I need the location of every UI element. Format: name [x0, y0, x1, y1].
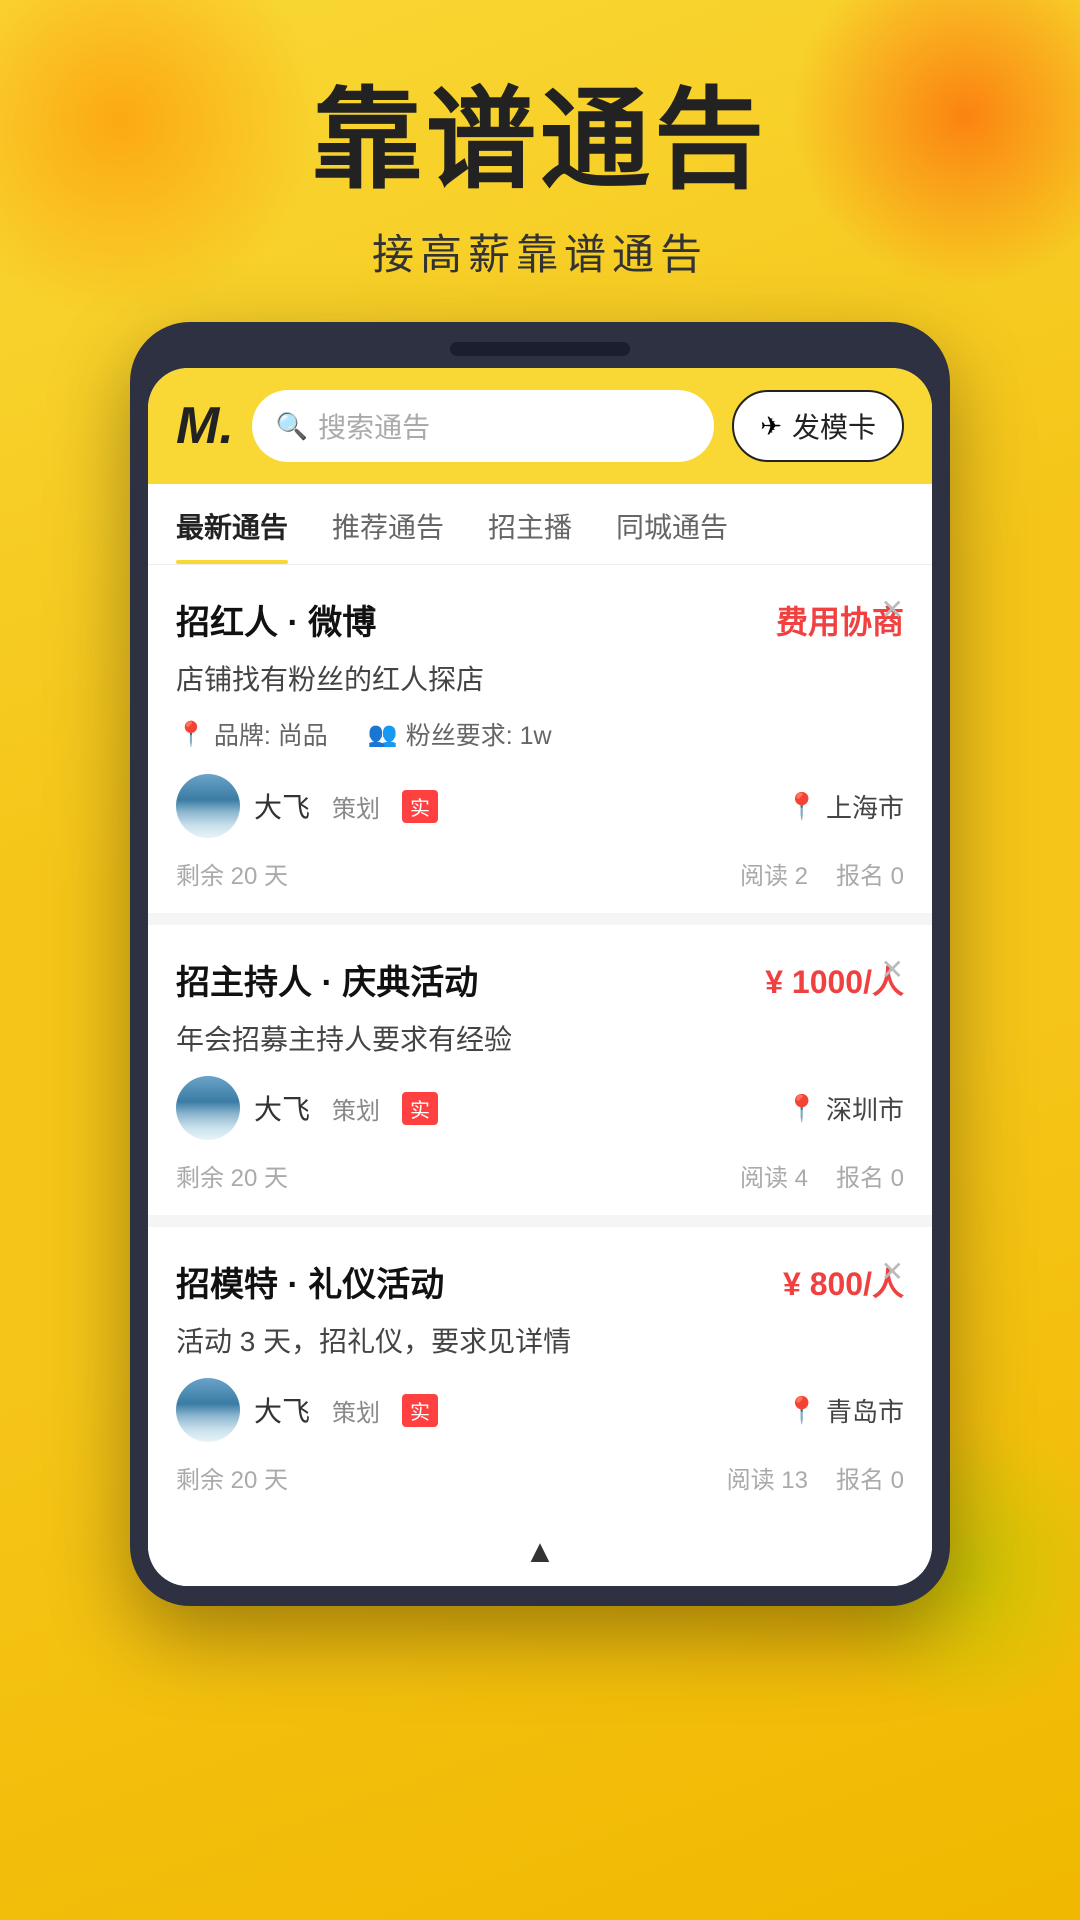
- poster-role-3: 策划: [332, 1393, 380, 1428]
- tab-local[interactable]: 同城通告: [616, 484, 728, 564]
- search-icon: 🔍: [276, 411, 308, 442]
- post-icon: ✈: [760, 411, 782, 442]
- card-title-3: 招模特 · 礼仪活动: [176, 1257, 444, 1306]
- reads-2: 阅读 4: [740, 1158, 808, 1193]
- card-bottom-row-3: 剩余 20 天 阅读 13 报名 0: [176, 1460, 904, 1495]
- location-icon-3: 📍: [786, 1395, 818, 1426]
- location-text-2: 深圳市: [826, 1090, 904, 1127]
- remaining-1: 剩余 20 天: [176, 856, 288, 891]
- card-title-1: 招红人 · 微博: [176, 595, 376, 644]
- avatar-3: [176, 1378, 240, 1442]
- card-stats-2: 阅读 4 报名 0: [740, 1158, 904, 1193]
- post-button-label: 发模卡: [792, 406, 876, 446]
- card-fans-1: 👥 粉丝要求: 1w: [368, 716, 552, 752]
- card-bottom-row-1: 剩余 20 天 阅读 2 报名 0: [176, 856, 904, 891]
- location-info-3: 📍 青岛市: [786, 1392, 904, 1429]
- poster-name-3: 大飞: [254, 1390, 310, 1430]
- notice-card-2[interactable]: ✕ 招主持人 · 庆典活动 ¥ 1000/人 年会招募主持人要求有经验 大飞 策…: [148, 925, 932, 1227]
- close-button-1[interactable]: ✕: [881, 593, 904, 626]
- card-desc-3: 活动 3 天，招礼仪，要求见详情: [176, 1320, 904, 1360]
- avatar-landscape-1: [176, 774, 240, 838]
- applicants-3: 报名 0: [836, 1460, 904, 1495]
- card-footer-1: 大飞 策划 实 📍 上海市: [176, 774, 904, 838]
- search-placeholder-text: 搜索通告: [318, 406, 430, 446]
- fans-text-1: 粉丝要求: 1w: [406, 716, 552, 752]
- poster-role-2: 策划: [332, 1091, 380, 1126]
- phone-wrapper: M. 🔍 搜索通告 ✈ 发模卡 最新通告 推荐通告 招主播 同城通告: [0, 322, 1080, 1606]
- card-stats-3: 阅读 13 报名 0: [727, 1460, 904, 1495]
- tabs-bar: 最新通告 推荐通告 招主播 同城通告: [148, 484, 932, 565]
- poster-info-2: 大飞 策划 实: [176, 1076, 438, 1140]
- location-text-1: 上海市: [826, 788, 904, 825]
- hero-section: 靠谱通告 接高薪靠谱通告: [0, 0, 1080, 322]
- card-meta-row-1: 📍 品牌: 尚品 👥 粉丝要求: 1w: [176, 716, 904, 752]
- tab-recommended[interactable]: 推荐通告: [332, 484, 444, 564]
- reads-1: 阅读 2: [740, 856, 808, 891]
- card-title-row-2: 招主持人 · 庆典活动 ¥ 1000/人: [176, 955, 904, 1004]
- poster-name-2: 大飞: [254, 1088, 310, 1128]
- avatar-1: [176, 774, 240, 838]
- app-logo: M.: [176, 396, 234, 456]
- phone-screen: M. 🔍 搜索通告 ✈ 发模卡 最新通告 推荐通告 招主播 同城通告: [148, 368, 932, 1586]
- reads-3: 阅读 13: [727, 1460, 808, 1495]
- location-info-2: 📍 深圳市: [786, 1090, 904, 1127]
- card-footer-2: 大飞 策划 实 📍 深圳市: [176, 1076, 904, 1140]
- close-button-3[interactable]: ✕: [881, 1255, 904, 1288]
- applicants-2: 报名 0: [836, 1158, 904, 1193]
- card-bottom-row-2: 剩余 20 天 阅读 4 报名 0: [176, 1158, 904, 1193]
- cards-container: ✕ 招红人 · 微博 费用协商 店铺找有粉丝的红人探店 📍 品牌: 尚品 👥: [148, 565, 932, 1586]
- scroll-up-icon: ▲: [524, 1533, 556, 1569]
- phone-notch-area: [148, 342, 932, 356]
- brand-text-1: 品牌: 尚品: [214, 716, 328, 752]
- bottom-hint: ▲: [148, 1517, 932, 1586]
- notice-card-3[interactable]: ✕ 招模特 · 礼仪活动 ¥ 800/人 活动 3 天，招礼仪，要求见详情 大飞…: [148, 1227, 932, 1517]
- hero-subtitle: 接高薪靠谱通告: [0, 221, 1080, 282]
- tab-latest[interactable]: 最新通告: [176, 484, 288, 564]
- card-title-row-1: 招红人 · 微博 费用协商: [176, 595, 904, 644]
- verified-badge-1: 实: [402, 790, 438, 823]
- avatar-landscape-2: [176, 1076, 240, 1140]
- avatar-landscape-3: [176, 1378, 240, 1442]
- location-info-1: 📍 上海市: [786, 788, 904, 825]
- close-button-2[interactable]: ✕: [881, 953, 904, 986]
- poster-role-1: 策划: [332, 789, 380, 824]
- hero-title: 靠谱通告: [0, 80, 1080, 201]
- post-button[interactable]: ✈ 发模卡: [732, 390, 904, 462]
- location-icon-1: 📍: [786, 791, 818, 822]
- phone-notch: [450, 342, 630, 356]
- card-stats-1: 阅读 2 报名 0: [740, 856, 904, 891]
- remaining-3: 剩余 20 天: [176, 1460, 288, 1495]
- fans-icon-1: 👥: [368, 720, 398, 749]
- card-title-2: 招主持人 · 庆典活动: [176, 955, 478, 1004]
- remaining-2: 剩余 20 天: [176, 1158, 288, 1193]
- applicants-1: 报名 0: [836, 856, 904, 891]
- card-brand-1: 📍 品牌: 尚品: [176, 716, 328, 752]
- location-text-3: 青岛市: [826, 1392, 904, 1429]
- poster-name-1: 大飞: [254, 786, 310, 826]
- search-bar[interactable]: 🔍 搜索通告: [252, 390, 714, 462]
- notice-card-1[interactable]: ✕ 招红人 · 微博 费用协商 店铺找有粉丝的红人探店 📍 品牌: 尚品 👥: [148, 565, 932, 925]
- poster-info-1: 大飞 策划 实: [176, 774, 438, 838]
- avatar-2: [176, 1076, 240, 1140]
- location-icon-2: 📍: [786, 1093, 818, 1124]
- phone-outer: M. 🔍 搜索通告 ✈ 发模卡 最新通告 推荐通告 招主播 同城通告: [130, 322, 950, 1606]
- verified-badge-2: 实: [402, 1092, 438, 1125]
- card-title-row-3: 招模特 · 礼仪活动 ¥ 800/人: [176, 1257, 904, 1306]
- brand-icon-1: 📍: [176, 720, 206, 749]
- tab-streamer[interactable]: 招主播: [488, 484, 572, 564]
- poster-info-3: 大飞 策划 实: [176, 1378, 438, 1442]
- verified-badge-3: 实: [402, 1394, 438, 1427]
- app-header: M. 🔍 搜索通告 ✈ 发模卡: [148, 368, 932, 484]
- card-desc-2: 年会招募主持人要求有经验: [176, 1018, 904, 1058]
- card-footer-3: 大飞 策划 实 📍 青岛市: [176, 1378, 904, 1442]
- card-desc-1: 店铺找有粉丝的红人探店: [176, 658, 904, 698]
